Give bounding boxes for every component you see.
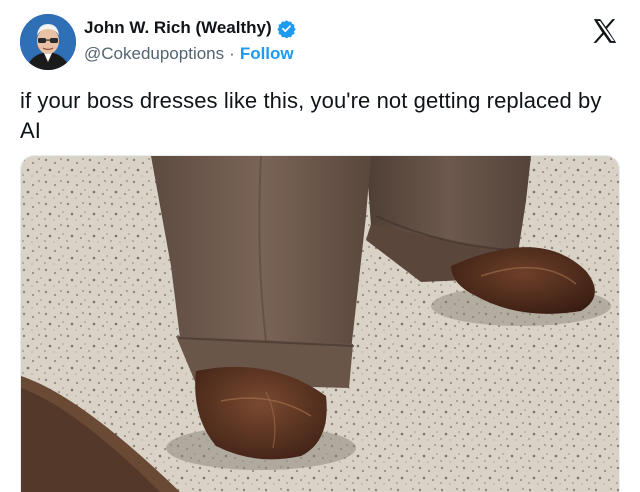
x-logo-icon[interactable] <box>590 16 620 46</box>
author-display-name[interactable]: John W. Rich (Wealthy) <box>84 18 272 38</box>
author-name-row: John W. Rich (Wealthy) <box>84 18 296 38</box>
avatar[interactable] <box>20 14 76 70</box>
avatar-image <box>20 14 76 70</box>
separator-dot: · <box>229 44 235 63</box>
tweet-card: John W. Rich (Wealthy) @Cokedupoptions ·… <box>0 0 640 492</box>
verified-badge-icon <box>276 19 296 38</box>
tweet-text: if your boss dresses like this, you're n… <box>20 88 602 143</box>
author-handle[interactable]: @Cokedupoptions <box>84 44 224 64</box>
author-handle-row: @Cokedupoptions · Follow <box>84 44 294 64</box>
photo-trousers-and-shoes <box>21 156 619 492</box>
tweet-photo[interactable] <box>20 155 620 492</box>
follow-button[interactable]: Follow <box>240 44 294 64</box>
